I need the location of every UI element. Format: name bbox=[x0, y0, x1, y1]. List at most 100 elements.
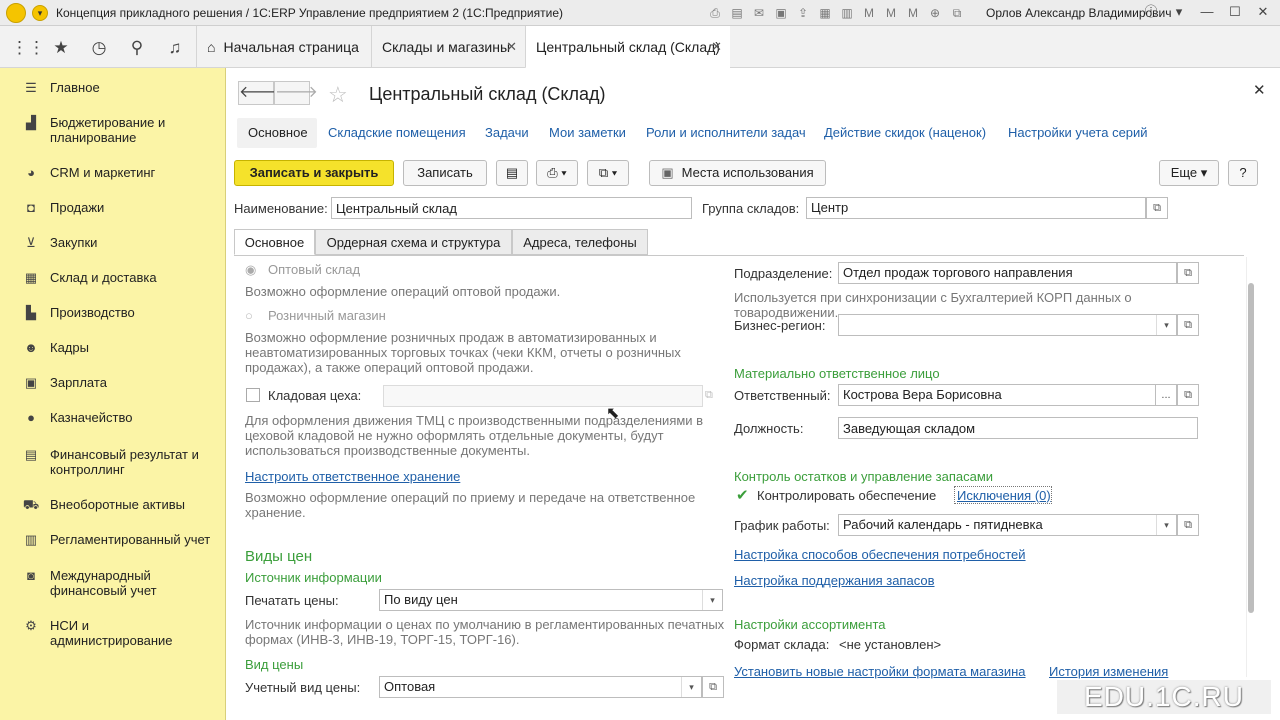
group-field[interactable]: Центр bbox=[806, 197, 1146, 219]
sidebar-item-treasury[interactable]: ● Казначейство bbox=[0, 410, 226, 425]
form-tab-main[interactable]: Основное bbox=[234, 229, 315, 255]
exceptions-link[interactable]: Исключения (0) bbox=[957, 488, 1051, 503]
schedule-select[interactable]: Рабочий календарь - пятидневка ▾ bbox=[838, 514, 1177, 536]
sidebar-item-regulated[interactable]: ▥ Регламентированный учет bbox=[0, 532, 226, 548]
back-button[interactable]: 🡐 bbox=[238, 81, 282, 105]
sidebar-item-production[interactable]: ▙ Производство bbox=[0, 305, 226, 321]
chevron-down-icon[interactable]: ▾ bbox=[681, 677, 701, 697]
save-close-button[interactable]: Записать и закрыть bbox=[234, 160, 394, 186]
menu-icon[interactable]: ▾ bbox=[32, 4, 48, 21]
open-icon[interactable]: ⧉ bbox=[1177, 514, 1199, 536]
link-notes[interactable]: Мои заметки bbox=[549, 125, 626, 140]
form-tab-addresses[interactable]: Адреса, телефоны bbox=[512, 229, 648, 255]
apps-grid-icon[interactable]: ⋮⋮ bbox=[11, 36, 45, 60]
select-ellipsis-button[interactable]: ... bbox=[1155, 384, 1177, 406]
sidebar-item-fixed-assets[interactable]: ⛟ Внеоборотные активы bbox=[0, 497, 226, 515]
info-icon[interactable]: ⓘ bbox=[1140, 2, 1162, 22]
memory-plus-icon[interactable]: M bbox=[882, 4, 900, 22]
save-button[interactable]: Записать bbox=[403, 160, 487, 186]
region-select[interactable]: ▾ bbox=[838, 314, 1177, 336]
tab-home[interactable]: ⌂ Начальная страница bbox=[196, 26, 371, 68]
scrollbar-thumb[interactable] bbox=[1248, 283, 1254, 613]
retail-radio[interactable]: ○ bbox=[245, 308, 253, 323]
sidebar-item-warehouse[interactable]: ▦ Склад и доставка bbox=[0, 270, 226, 286]
accounting-price-select[interactable]: Оптовая ▾ bbox=[379, 676, 702, 698]
name-input[interactable] bbox=[331, 197, 692, 219]
responsible-field[interactable]: Кострова Вера Борисовна bbox=[838, 384, 1156, 406]
notifications-bell-icon[interactable]: ♫ bbox=[163, 36, 187, 60]
menu-dropdown-icon[interactable]: ▾ bbox=[1168, 2, 1190, 22]
calendar-icon[interactable]: ▥ bbox=[838, 4, 856, 22]
open-icon[interactable]: ⧉ bbox=[1177, 384, 1199, 406]
sidebar-item-crm[interactable]: ◕ CRM и маркетинг bbox=[0, 165, 226, 180]
sidebar-item-main[interactable]: ☰ Главное bbox=[0, 80, 226, 96]
favorite-star-icon[interactable]: ☆ bbox=[328, 82, 348, 108]
shop-store-checkbox[interactable] bbox=[246, 388, 260, 402]
search-icon[interactable]: ⚲ bbox=[125, 36, 149, 60]
close-tab-icon[interactable]: ✕ bbox=[711, 26, 722, 68]
link-discounts[interactable]: Действие скидок (наценок) bbox=[824, 125, 986, 140]
close-form-icon[interactable]: ✕ bbox=[1253, 81, 1266, 99]
chevron-down-icon[interactable]: ▾ bbox=[702, 590, 722, 610]
sidebar-item-purchases[interactable]: ⊻ Закупки bbox=[0, 235, 226, 251]
open-icon[interactable]: ⧉ bbox=[1177, 314, 1199, 336]
tab-warehouses[interactable]: Склады и магазины ✕ bbox=[371, 26, 525, 68]
help-button[interactable]: ? bbox=[1228, 160, 1258, 186]
memory-minus-icon[interactable]: M bbox=[904, 4, 922, 22]
maximize-icon[interactable]: ☐ bbox=[1224, 2, 1246, 22]
open-icon[interactable]: ⧉ bbox=[1177, 262, 1199, 284]
new-format-settings-link[interactable]: Установить новые настройки формата магаз… bbox=[734, 664, 1026, 679]
chevron-down-icon[interactable]: ▾ bbox=[1156, 315, 1176, 335]
wholesale-radio[interactable]: ◉ bbox=[245, 262, 256, 278]
minimize-icon[interactable]: — bbox=[1196, 2, 1218, 22]
sidebar-item-sales[interactable]: ◘ Продажи bbox=[0, 200, 226, 215]
open-icon[interactable]: ⧉ bbox=[1146, 197, 1168, 219]
upload-icon[interactable]: ⇪ bbox=[794, 4, 812, 22]
position-input[interactable] bbox=[838, 417, 1198, 439]
tab-central-warehouse[interactable]: Центральный склад (Склад) ✕ bbox=[525, 26, 730, 69]
provision-methods-link[interactable]: Настройка способов обеспечения потребнос… bbox=[734, 547, 1026, 562]
control-provision-checkbox[interactable]: ✔ bbox=[736, 486, 749, 504]
save-icon[interactable]: ▣ bbox=[772, 4, 790, 22]
sidebar-item-financial-result[interactable]: ▤ Финансовый результат и контроллинг bbox=[0, 447, 226, 477]
sidebar-item-personnel[interactable]: ☻ Кадры bbox=[0, 340, 226, 355]
sidebar-item-international[interactable]: ◙ Международный финансовый учет bbox=[0, 568, 226, 598]
form-scrollbar[interactable] bbox=[1246, 257, 1254, 677]
change-history-link[interactable]: История изменения bbox=[1049, 664, 1168, 679]
open-icon[interactable]: ⧉ bbox=[705, 389, 713, 402]
print-dropdown-icon[interactable]: ⎙ ▾ bbox=[536, 160, 578, 186]
open-icon[interactable]: ⧉ bbox=[702, 676, 724, 698]
factory-icon: ▙ bbox=[26, 305, 36, 320]
history-icon[interactable]: ◷ bbox=[87, 36, 111, 60]
link-series[interactable]: Настройки учета серий bbox=[1008, 125, 1148, 140]
sidebar-item-admin[interactable]: ⚙ НСИ и администрирование bbox=[0, 618, 226, 648]
stock-maintenance-link[interactable]: Настройка поддержания запасов bbox=[734, 573, 934, 588]
link-roles[interactable]: Роли и исполнители задач bbox=[646, 125, 806, 140]
close-window-icon[interactable]: ✕ bbox=[1252, 2, 1274, 22]
sidebar-item-salary[interactable]: ▣ Зарплата bbox=[0, 375, 226, 391]
chevron-down-icon[interactable]: ▾ bbox=[1156, 515, 1176, 535]
shop-store-field[interactable] bbox=[383, 385, 703, 407]
close-tab-icon[interactable]: ✕ bbox=[506, 26, 517, 68]
usage-places-button[interactable]: ▣ Места использования bbox=[649, 160, 826, 186]
create-based-dropdown-icon[interactable]: ⧉ ▾ bbox=[587, 160, 629, 186]
more-button[interactable]: Еще ▾ bbox=[1159, 160, 1219, 186]
copy-link-icon[interactable]: ⧉ bbox=[948, 4, 966, 22]
link-main[interactable]: Основное bbox=[248, 125, 308, 140]
print-preview-icon[interactable]: ▤ bbox=[728, 4, 746, 22]
print-prices-select[interactable]: По виду цен ▾ bbox=[379, 589, 723, 611]
list-icon[interactable]: ▤ bbox=[496, 160, 528, 186]
zoom-icon[interactable]: ⊕ bbox=[926, 4, 944, 22]
link-tasks[interactable]: Задачи bbox=[485, 125, 529, 140]
favorites-star-icon[interactable]: ★ bbox=[49, 36, 73, 60]
sidebar-item-budgeting[interactable]: ▟ Бюджетирование и планирование bbox=[0, 115, 226, 145]
link-storage-rooms[interactable]: Складские помещения bbox=[328, 125, 466, 140]
division-field[interactable]: Отдел продаж торгового направления bbox=[838, 262, 1177, 284]
memory-icon[interactable]: M bbox=[860, 4, 878, 22]
responsible-storage-link[interactable]: Настроить ответственное хранение bbox=[245, 469, 460, 484]
calculator-icon[interactable]: ▦ bbox=[816, 4, 834, 22]
print-icon[interactable]: ⎙ bbox=[706, 4, 724, 22]
forward-button[interactable]: 🡒 bbox=[274, 81, 318, 105]
form-tab-order-scheme[interactable]: Ордерная схема и структура bbox=[315, 229, 512, 255]
mail-icon[interactable]: ✉ bbox=[750, 4, 768, 22]
